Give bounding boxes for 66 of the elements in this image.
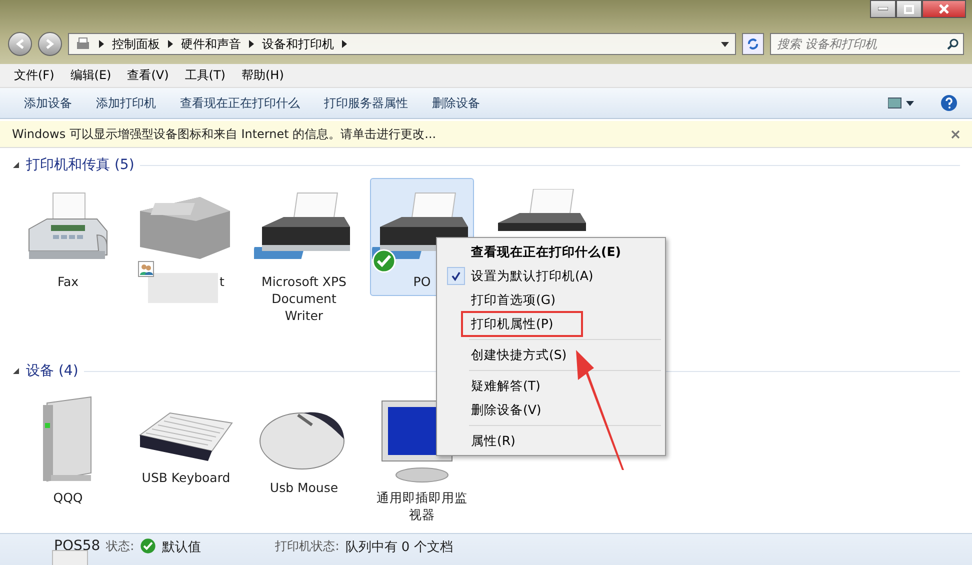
printer-name: POS58 [54,538,100,554]
search-icon [947,38,959,50]
toolbar-button[interactable]: 查看现在正在打印什么 [168,94,312,112]
search-field[interactable]: 搜索 设备和打印机 [770,33,964,55]
device-tile[interactable]: USB Keyboard [134,384,238,491]
toolbar-button[interactable]: 打印服务器属性 [312,94,420,112]
printer-icon [75,37,91,51]
close-icon [939,4,949,14]
device-label: t [220,274,224,289]
address-bar[interactable]: 控制面板 硬件和声音 设备和打印机 [68,33,736,55]
menu-item[interactable]: 帮助(H) [234,67,292,84]
toolbar-button[interactable]: 添加打印机 [84,94,168,112]
device-tile[interactable]: Usb Mouse [252,384,356,501]
check-icon [140,538,156,554]
toolbar-button[interactable]: 删除设备 [420,94,492,112]
device-label: 通用即插即用监视器 [376,490,468,522]
breadcrumb[interactable]: 控制面板 [112,36,160,52]
device-label: Microsoft XPS Document Writer [262,274,346,323]
device-tile[interactable]: t [134,178,238,308]
device-label: QQQ [53,490,83,505]
refresh-icon [746,37,760,51]
printer-status-value: 队列中有 0 个文档 [345,539,453,556]
maximize-button[interactable] [896,0,922,18]
menu-option[interactable]: 删除设备(V) [439,398,663,422]
menu-option[interactable]: 属性(R) [439,429,663,453]
section-title[interactable]: 设备 (4) [26,362,78,380]
menu-option[interactable]: 疑难解答(T) [439,374,663,398]
device-label: USB Keyboard [142,470,230,485]
menu-item[interactable]: 工具(T) [176,67,234,84]
forward-button[interactable] [38,32,62,56]
breadcrumb[interactable]: 硬件和声音 [181,36,241,52]
minimize-button[interactable] [870,0,896,18]
back-button[interactable] [8,32,32,56]
chevron-icon[interactable] [342,40,347,48]
refresh-button[interactable] [742,33,764,55]
menu-option[interactable]: 创建快捷方式(S) [439,343,663,367]
collapse-triangle-icon[interactable] [12,161,20,169]
device-tile[interactable]: Microsoft XPS Document Writer [252,178,356,329]
toolbar-button[interactable]: 添加设备 [12,94,84,112]
menu-item[interactable]: 查看(V) [119,67,177,84]
blurred-area [148,273,218,303]
info-bar[interactable]: Windows 可以显示增强型设备图标和来自 Internet 的信息。请单击进行更改... [0,121,972,148]
section-title[interactable]: 打印机和传真 (5) [26,156,134,174]
chevron-icon[interactable] [99,40,104,48]
maximize-icon [904,4,914,14]
status-label: 状态: [106,538,134,555]
chevron-icon[interactable] [168,40,173,48]
device-label: PO [413,274,431,289]
dropdown-arrow-icon[interactable] [721,42,729,46]
device-label: Usb Mouse [270,480,338,495]
status-value: 默认值 [162,539,202,556]
minimize-icon [878,7,888,11]
collapse-triangle-icon[interactable] [12,367,20,375]
device-tile[interactable]: Fax [16,178,120,296]
help-icon[interactable] [940,94,958,112]
info-message: Windows 可以显示增强型设备图标和来自 Internet 的信息。请单击进行更改... [12,126,436,142]
view-options-icon[interactable] [888,97,914,109]
breadcrumb[interactable]: 设备和打印机 [262,36,334,52]
menu-item[interactable]: 编辑(E) [62,67,120,84]
chevron-icon[interactable] [249,40,254,48]
device-tile[interactable]: QQQ [16,384,120,511]
device-label: Fax [57,274,79,289]
menu-option[interactable]: 打印机属性(P) [439,312,663,336]
printer-status-label: 打印机状态: [275,538,340,555]
menu-item[interactable]: 文件(F) [6,67,62,84]
close-button[interactable] [922,0,966,18]
